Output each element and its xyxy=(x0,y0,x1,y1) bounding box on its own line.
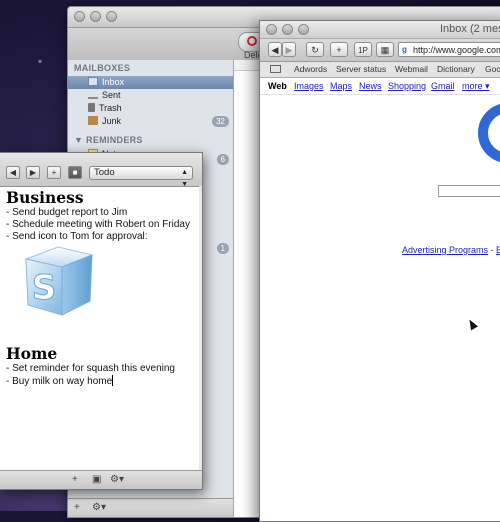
zoom-window-icon[interactable] xyxy=(298,24,309,35)
business-heading: Business xyxy=(6,188,84,207)
note-select-value: Todo xyxy=(94,167,115,178)
notes-count-badge: 6 xyxy=(216,154,229,165)
insert-photo-button[interactable]: ▣ xyxy=(92,474,101,485)
google-nav-gmail[interactable]: Gmail xyxy=(431,81,455,91)
bookmark-webmail[interactable]: Webmail xyxy=(395,64,428,74)
notes-bottom-bar: + ▣ ⚙▾ xyxy=(0,470,202,489)
sidebar-item-junk[interactable]: Junk 32 xyxy=(68,115,233,128)
browser-titlebar: Inbox (2 messa xyxy=(260,21,500,39)
sidebar-item-trash[interactable]: Trash xyxy=(68,102,233,115)
unread-count-badge: 1 xyxy=(216,243,229,254)
back-button[interactable]: ◀ xyxy=(268,42,282,57)
add-bookmark-button[interactable]: + xyxy=(330,42,348,57)
todo-item-text: - Buy milk on way home xyxy=(6,376,113,387)
google-nav-news[interactable]: News xyxy=(359,81,382,91)
history-icon[interactable]: ▦ xyxy=(376,42,394,57)
google-nav-images[interactable]: Images xyxy=(294,81,324,91)
google-nav-web[interactable]: Web xyxy=(268,81,287,91)
address-bar[interactable]: g http://www.google.com xyxy=(398,42,500,57)
mouse-cursor-icon xyxy=(466,317,478,331)
delete-icon xyxy=(247,36,257,46)
show-all-bookmarks-icon[interactable] xyxy=(270,65,281,73)
sidebar-item-label: Inbox xyxy=(102,77,125,87)
skype-cube-icon: S xyxy=(24,246,94,316)
close-window-icon[interactable] xyxy=(74,11,85,22)
address-bar-text: http://www.google.com xyxy=(413,45,500,55)
mail-action-menu-button[interactable]: ⚙▾ xyxy=(92,502,106,513)
notes-window: ◀ ▶ + ■ Todo ▲ ▼ Business - Send budget r… xyxy=(0,152,203,490)
sidebar-item-label: Trash xyxy=(99,103,122,113)
next-note-button[interactable]: ▶ xyxy=(26,166,40,179)
zoom-window-icon[interactable] xyxy=(106,11,117,22)
google-logo xyxy=(478,103,500,163)
bookmark-server-status[interactable]: Server status xyxy=(336,64,386,74)
todo-item: - Schedule meeting with Robert on Friday xyxy=(6,219,190,230)
forward-button[interactable]: ▶ xyxy=(282,42,296,57)
footer-separator: - xyxy=(488,245,497,255)
notes-action-menu-button[interactable]: ⚙▾ xyxy=(110,474,124,485)
bookmark-adwords[interactable]: Adwords xyxy=(294,64,327,74)
add-note-button[interactable]: + xyxy=(72,474,78,485)
google-nav-shopping[interactable]: Shopping xyxy=(388,81,426,91)
advertising-programs-link[interactable]: Advertising Programs xyxy=(402,245,488,255)
mail-traffic-lights xyxy=(74,11,117,22)
previous-note-button[interactable]: ◀ xyxy=(6,166,20,179)
new-note-button[interactable]: + xyxy=(47,166,61,179)
minimize-window-icon[interactable] xyxy=(90,11,101,22)
bookmark-dictionary[interactable]: Dictionary xyxy=(437,64,475,74)
todo-item: - Set reminder for squash this evening xyxy=(6,363,175,374)
select-arrows-icon: ▲ ▼ xyxy=(181,169,188,188)
mail-bottom-bar: + ⚙▾ xyxy=(68,498,233,517)
todo-item: - Buy milk on way home xyxy=(6,375,198,388)
notes-toolbar: ◀ ▶ + ■ Todo ▲ ▼ xyxy=(0,153,202,188)
notes-scrollbar[interactable] xyxy=(199,186,202,471)
minimize-window-icon[interactable] xyxy=(282,24,293,35)
note-select[interactable]: Todo ▲ ▼ xyxy=(89,166,193,188)
business-solutions-link[interactable]: Bu xyxy=(496,245,500,255)
browser-toolbar: ◀ ▶ ↻ + 1P ▦ g http://www.google.com xyxy=(260,39,500,62)
browser-window-title: Inbox (2 messa xyxy=(440,23,500,35)
reminders-header-label: REMINDERS xyxy=(86,135,143,145)
close-window-icon[interactable] xyxy=(266,24,277,35)
home-heading: Home xyxy=(6,344,58,363)
junk-count-badge: 32 xyxy=(212,116,229,127)
sent-icon xyxy=(88,90,98,99)
bookmark-google[interactable]: Goog xyxy=(485,64,500,74)
google-nav-bar: Web Images Maps News Shopping Gmail more… xyxy=(260,78,500,95)
reminders-header: ▼ REMINDERS xyxy=(68,132,233,148)
google-favicon-icon: g xyxy=(402,45,407,54)
trash-icon xyxy=(88,103,95,112)
onepassword-icon[interactable]: 1P xyxy=(354,42,372,57)
google-nav-maps[interactable]: Maps xyxy=(330,81,352,91)
sidebar-item-sent[interactable]: Sent xyxy=(68,89,233,102)
junk-icon xyxy=(88,116,98,125)
sidebar-item-label: Junk xyxy=(102,116,122,126)
todo-item: - Send budget report to Jim xyxy=(6,207,128,218)
bookmarks-bar: Adwords Server status Webmail Dictionary… xyxy=(260,62,500,78)
browser-window: Inbox (2 messa ◀ ▶ ↻ + 1P ▦ g http://www.… xyxy=(259,20,500,522)
browser-traffic-lights xyxy=(266,24,309,35)
sidebar-item-label: Sent xyxy=(102,90,121,100)
add-mailbox-button[interactable]: + xyxy=(74,502,80,513)
google-search-input[interactable] xyxy=(438,185,500,197)
svg-text:S: S xyxy=(32,268,57,308)
reload-button[interactable]: ↻ xyxy=(306,42,324,57)
mailboxes-header: MAILBOXES xyxy=(74,63,131,73)
inbox-icon xyxy=(88,77,98,86)
text-caret xyxy=(112,375,114,386)
disclosure-triangle-icon[interactable]: ▼ xyxy=(74,135,86,145)
google-footer-links: Advertising Programs - Bu xyxy=(402,245,500,255)
google-nav-more[interactable]: more ▾ xyxy=(462,81,490,92)
lock-icon[interactable]: ■ xyxy=(68,166,82,179)
sidebar-item-inbox[interactable]: Inbox xyxy=(68,76,233,89)
